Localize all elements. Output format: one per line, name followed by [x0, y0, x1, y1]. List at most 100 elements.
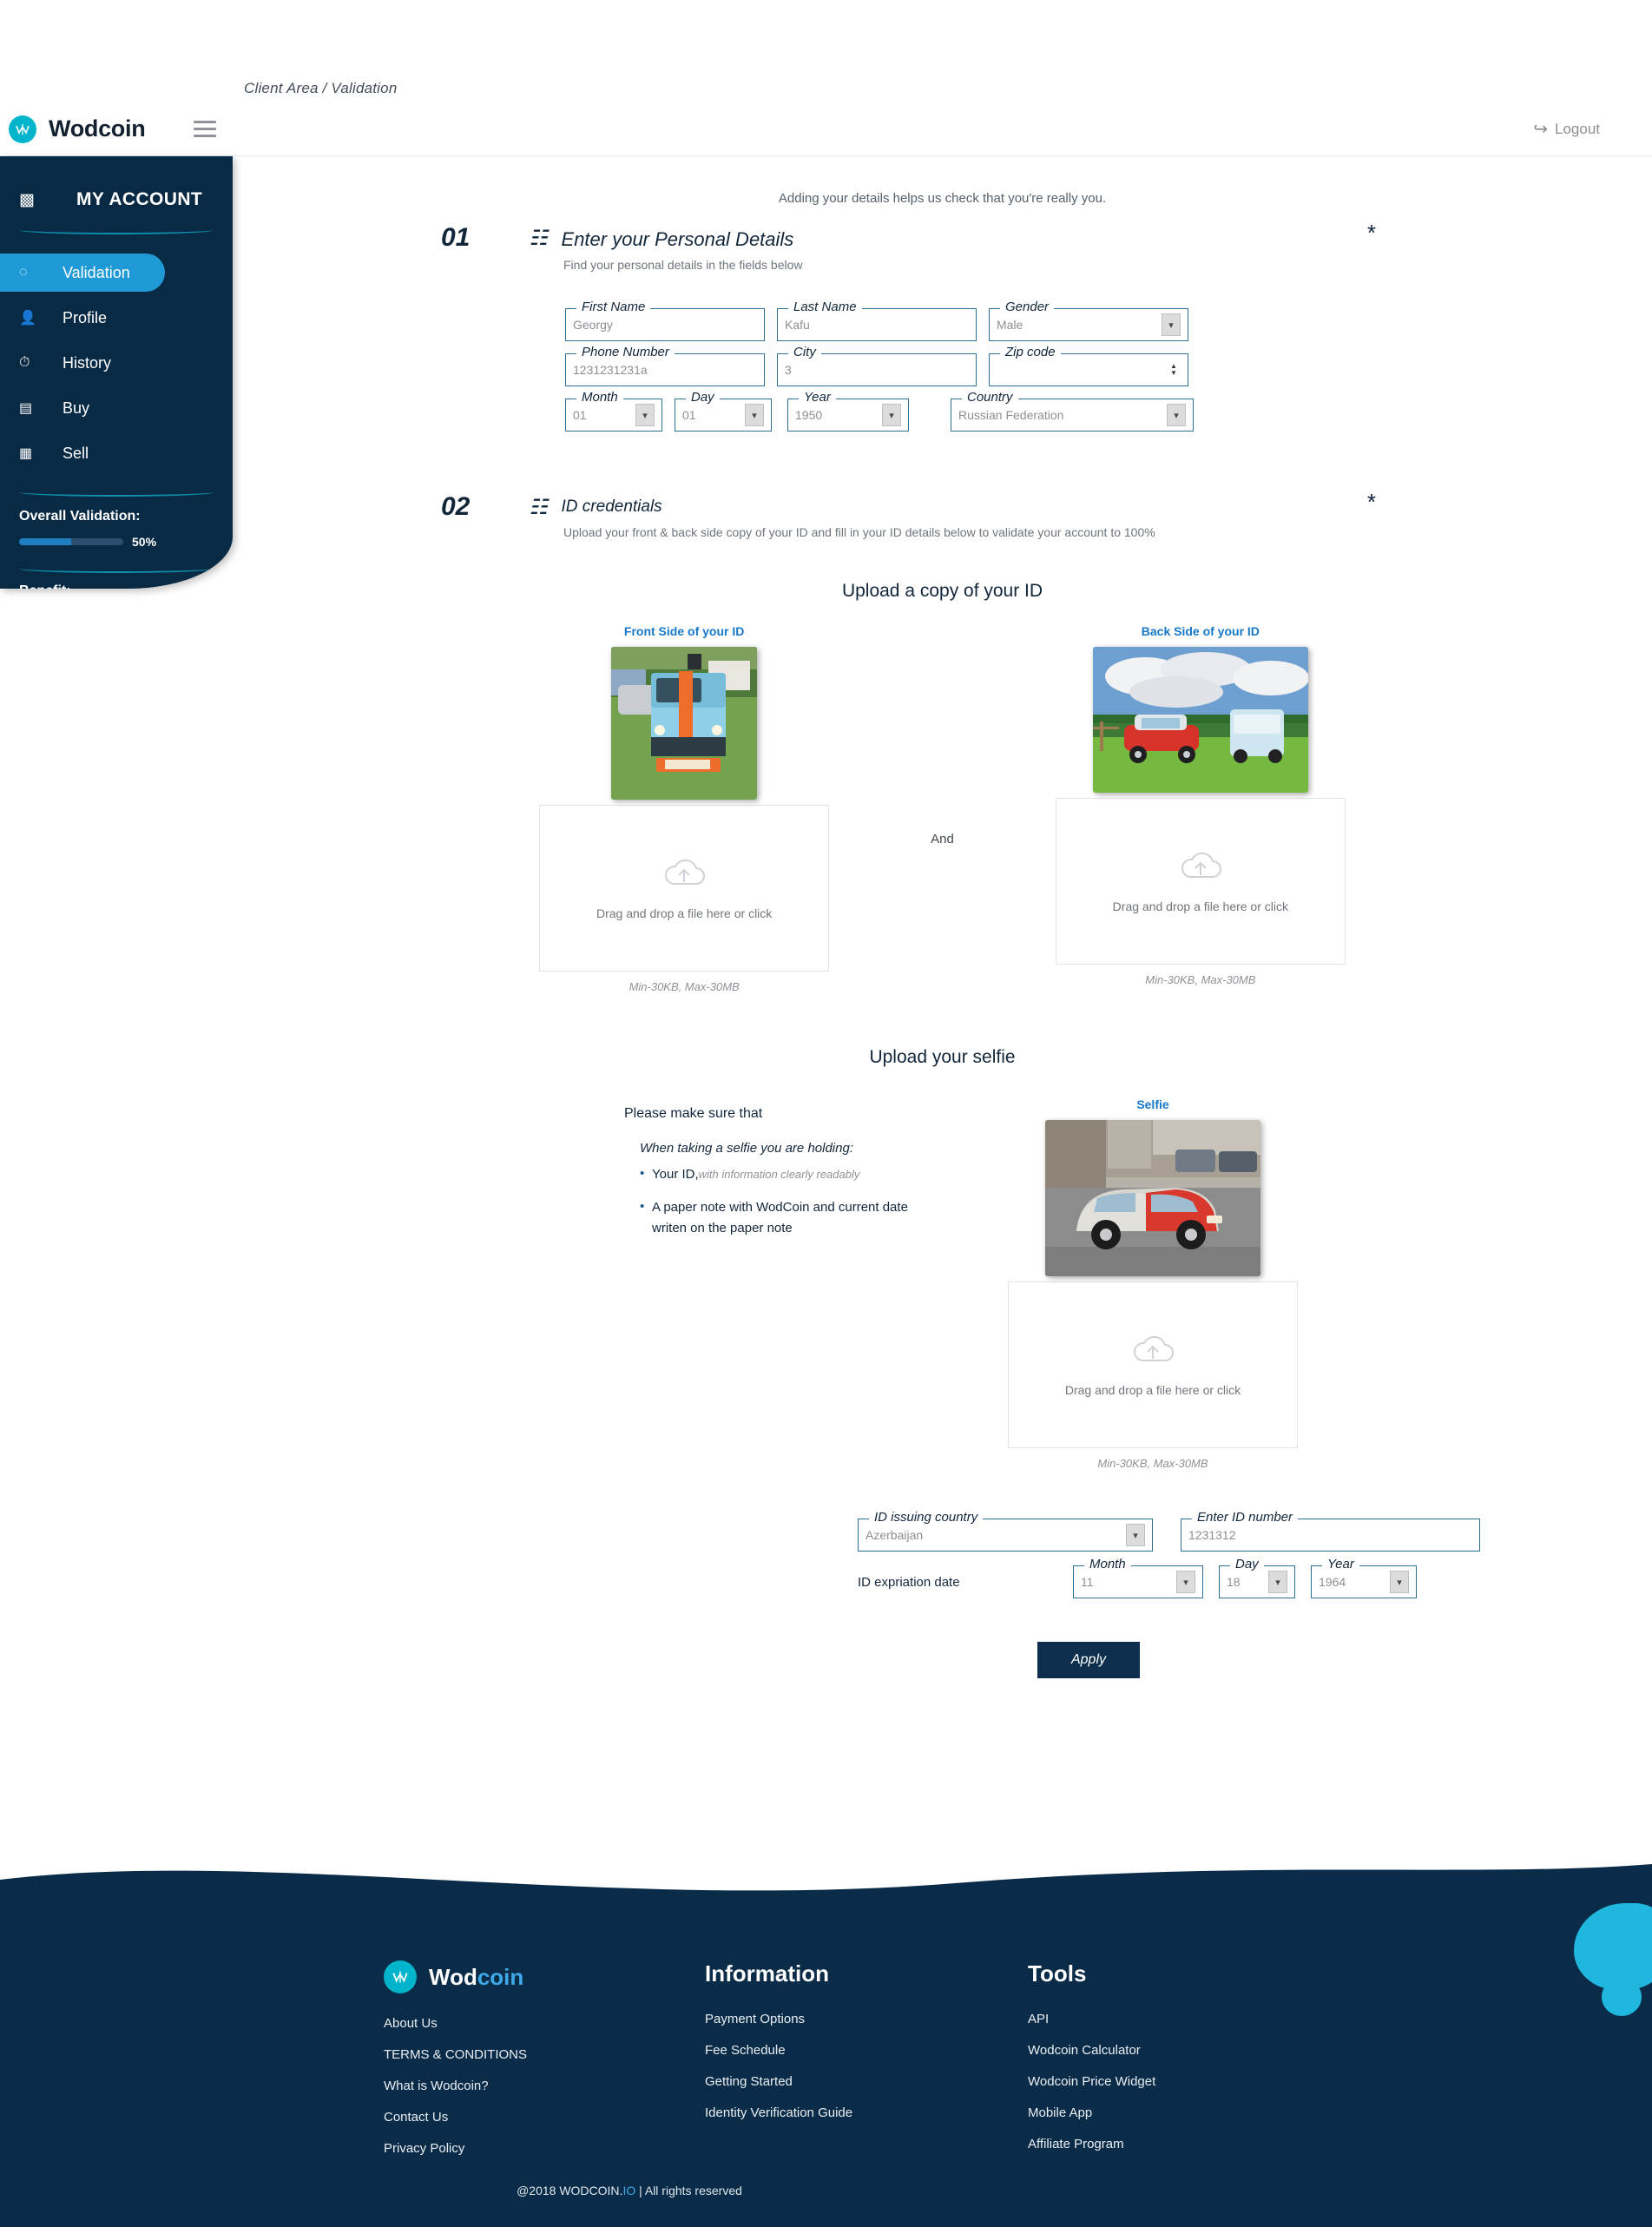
intro-text: Adding your details helps us check that …: [778, 191, 1107, 206]
brand-name: Wodcoin: [49, 115, 146, 142]
benefit-label: Benefit:: [19, 583, 214, 589]
id-exp-day-select[interactable]: Day 18 ▾: [1219, 1557, 1295, 1598]
birth-day-select[interactable]: Day 01 ▾: [675, 390, 772, 432]
footer-link-api[interactable]: API: [1028, 2012, 1314, 2026]
phone-number-field[interactable]: Phone Number 1231231231a: [565, 345, 765, 386]
id-exp-day-label: Day: [1230, 1557, 1264, 1571]
footer-link-getting-started[interactable]: Getting Started: [705, 2074, 1028, 2089]
birth-day-value: 01: [682, 408, 696, 422]
number-spinner-icon[interactable]: ▲ ▼: [1167, 359, 1181, 381]
chevron-down-icon[interactable]: ▾: [1126, 1524, 1145, 1546]
gender-select[interactable]: Gender Male ▾: [989, 300, 1188, 341]
required-marker: *: [1366, 489, 1376, 515]
last-name-field[interactable]: Last Name Kafu: [777, 300, 977, 341]
sidebar-item-buy[interactable]: ▤ Buy: [0, 389, 233, 427]
birth-month-select[interactable]: Month 01 ▾: [565, 390, 662, 432]
id-exp-day-value: 18: [1227, 1575, 1241, 1589]
sidebar-item-history[interactable]: ⏱ History: [0, 344, 233, 382]
footer-brand[interactable]: Wodcoin: [384, 1960, 705, 1993]
front-id-thumbnail[interactable]: [611, 647, 758, 800]
city-value: 3: [785, 363, 792, 377]
chevron-down-icon[interactable]: ▾: [1176, 1571, 1195, 1593]
progress-track: [19, 538, 123, 545]
chevron-down-icon[interactable]: ▾: [745, 404, 764, 426]
footer-link-payment-options[interactable]: Payment Options: [705, 2012, 1028, 2026]
phone-number-value: 1231231231a: [573, 363, 648, 377]
sidebar-item-sell[interactable]: ▦ Sell: [0, 434, 233, 472]
chevron-down-icon[interactable]: ▾: [1268, 1571, 1287, 1593]
selfie-section: Please make sure that When taking a self…: [233, 1097, 1652, 1470]
id-issuing-country-select[interactable]: ID issuing country Azerbaijan ▾: [858, 1510, 1153, 1552]
selfie-instructions: Please make sure that When taking a self…: [624, 1097, 911, 1251]
footer-link-about-us[interactable]: About Us: [384, 2016, 705, 2031]
chart-bars-icon: ▩: [19, 190, 35, 209]
id-form-row-2: ID expriation date Month 11 ▾ Day 18 ▾ Y…: [858, 1557, 1652, 1598]
id-exp-year-select[interactable]: Year 1964 ▾: [1311, 1557, 1417, 1598]
gender-label: Gender: [1000, 300, 1055, 314]
id-exp-month-value: 11: [1081, 1575, 1094, 1589]
back-id-dropzone[interactable]: Drag and drop a file here or click: [1055, 798, 1346, 965]
sidebar-title: ▩ MY ACCOUNT: [19, 189, 233, 210]
chevron-down-icon[interactable]: ▾: [1167, 404, 1186, 426]
step-01: 01 ☷ Enter your Personal Details Find yo…: [233, 220, 1652, 272]
selfie-upload: Selfie Drag and drop a file here or clic…: [1008, 1097, 1298, 1470]
chevron-down-icon[interactable]: ▾: [1390, 1571, 1409, 1593]
id-number-value: 1231312: [1188, 1528, 1236, 1542]
upload-cloud-icon: [665, 859, 706, 885]
form-row-3: Month 01 ▾ Day 01 ▾ Year 1950 ▾ Country …: [565, 390, 1652, 432]
zip-code-stepper[interactable]: Zip code ▲ ▼: [989, 345, 1188, 386]
first-name-field[interactable]: First Name Georgy: [565, 300, 765, 341]
selfie-thumbnail[interactable]: [1045, 1120, 1260, 1276]
footer-heading-tools: Tools: [1028, 1960, 1087, 1987]
clock-icon: ⏱: [19, 355, 30, 370]
sidebar-item-label: Sell: [63, 444, 89, 462]
footer-link-mobile-app[interactable]: Mobile App: [1028, 2105, 1314, 2120]
chevron-down-icon[interactable]: ▾: [635, 404, 655, 426]
footer-link-what-is-wodcoin[interactable]: What is Wodcoin?: [384, 2079, 705, 2093]
chevron-down-icon[interactable]: ▾: [882, 404, 901, 426]
logout-button[interactable]: ↪ Logout: [1533, 118, 1600, 140]
last-name-value: Kafu: [785, 318, 810, 332]
id-exp-year-value: 1964: [1319, 1575, 1346, 1589]
footer-link-affiliate-program[interactable]: Affiliate Program: [1028, 2137, 1314, 2151]
footer-link-fee-schedule[interactable]: Fee Schedule: [705, 2043, 1028, 2058]
footer-link-wodcoin-calculator[interactable]: Wodcoin Calculator: [1028, 2043, 1314, 2058]
footer-column-tools: Tools API Wodcoin Calculator Wodcoin Pri…: [1028, 1960, 1314, 2172]
sidebar-item-validation[interactable]: ◌ Validation: [0, 254, 165, 292]
footer-link-privacy-policy[interactable]: Privacy Policy: [384, 2141, 705, 2156]
footer-link-wodcoin-price-widget[interactable]: Wodcoin Price Widget: [1028, 2074, 1314, 2089]
selfie-dropzone[interactable]: Drag and drop a file here or click: [1008, 1282, 1298, 1448]
divider-top: [19, 226, 214, 234]
footer-wave-divider: [0, 1849, 1652, 1891]
step-02-subtitle: Upload your front & back side copy of yo…: [563, 525, 1155, 539]
main-content: Adding your details helps us check that …: [233, 156, 1652, 1678]
lightning-icon: ☷: [528, 227, 552, 250]
front-id-dropzone[interactable]: Drag and drop a file here or click: [539, 805, 830, 972]
brand-logo[interactable]: Wodcoin: [9, 115, 146, 143]
id-exp-year-label: Year: [1322, 1557, 1359, 1571]
footer-link-identity-verification-guide[interactable]: Identity Verification Guide: [705, 2105, 1028, 2120]
footer-link-contact-us[interactable]: Contact Us: [384, 2110, 705, 2125]
birth-month-value: 01: [573, 408, 587, 422]
country-select[interactable]: Country Russian Federation ▾: [951, 390, 1194, 432]
birth-year-value: 1950: [795, 408, 823, 422]
footer-brand-second: coin: [477, 1963, 524, 1990]
hamburger-icon[interactable]: [194, 121, 217, 137]
birth-year-select[interactable]: Year 1950 ▾: [787, 390, 909, 432]
step-02-number: 02: [441, 492, 471, 521]
id-number-field[interactable]: Enter ID number 1231312: [1181, 1510, 1480, 1552]
footer-brand-first: Wod: [429, 1963, 477, 1990]
back-id-thumbnail[interactable]: [1092, 647, 1308, 793]
apply-button[interactable]: Apply: [1037, 1642, 1140, 1678]
logout-label: Logout: [1555, 120, 1600, 137]
id-issuing-country-label: ID issuing country: [869, 1510, 984, 1525]
footer-column-information: Information Payment Options Fee Schedule…: [705, 1960, 1028, 2172]
city-field[interactable]: City 3: [777, 345, 977, 386]
id-exp-month-select[interactable]: Month 11 ▾: [1073, 1557, 1203, 1598]
footer-link-terms[interactable]: TERMS & CONDITIONS: [384, 2047, 705, 2062]
front-id-label: Front Side of your ID: [623, 624, 745, 638]
wodcoin-logo-icon: [384, 1960, 417, 1993]
sidebar-item-profile[interactable]: 👤 Profile: [0, 299, 233, 337]
validation-spinner-icon: ◌: [19, 265, 28, 280]
chevron-down-icon[interactable]: ▾: [1162, 313, 1181, 336]
